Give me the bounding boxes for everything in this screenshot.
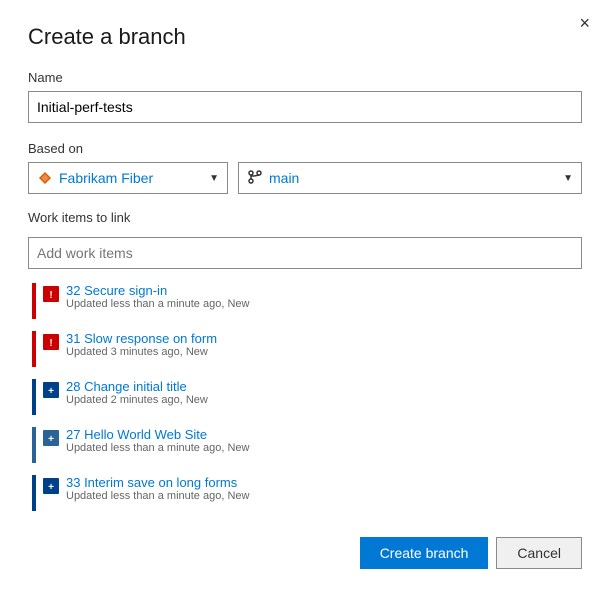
branch-fork-icon [247, 169, 263, 188]
wi-title[interactable]: 28 Change initial title [66, 379, 208, 394]
name-field-section: Name [28, 70, 582, 123]
branch-dropdown[interactable]: main ▼ [238, 162, 582, 194]
work-items-label: Work items to link [28, 210, 582, 225]
work-item: + 28 Change initial title Updated 2 minu… [28, 373, 582, 421]
wi-icon: ! [42, 285, 60, 303]
wi-details: 33 Interim save on long forms Updated le… [66, 475, 249, 502]
based-on-section: Based on Fabrikam Fiber ▼ [28, 141, 582, 194]
wi-title[interactable]: 31 Slow response on form [66, 331, 217, 346]
wi-meta: Updated 3 minutes ago, New [66, 346, 217, 358]
wi-icon: + [42, 429, 60, 447]
repo-chevron-icon: ▼ [209, 173, 219, 184]
work-item-list: ! 32 Secure sign-in Updated less than a … [28, 277, 582, 517]
based-on-label: Based on [28, 141, 582, 156]
wi-title[interactable]: 33 Interim save on long forms [66, 475, 249, 490]
wi-details: 27 Hello World Web Site Updated less tha… [66, 427, 249, 454]
work-items-section: Work items to link ! 32 Secure sign-in U… [28, 210, 582, 517]
wi-icon: + [42, 477, 60, 495]
wi-meta: Updated 2 minutes ago, New [66, 394, 208, 406]
dropdowns-row: Fabrikam Fiber ▼ main ▼ [28, 162, 582, 194]
wi-color-bar [32, 331, 36, 367]
svg-text:+: + [48, 434, 54, 445]
create-branch-dialog: × Create a branch Name Based on Fabrikam… [0, 0, 610, 597]
add-work-items-input[interactable] [28, 237, 582, 269]
dialog-footer: Create branch Cancel [28, 517, 582, 569]
svg-text:!: ! [49, 290, 52, 301]
name-input[interactable] [28, 91, 582, 123]
repo-name: Fabrikam Fiber [59, 170, 203, 186]
wi-meta: Updated less than a minute ago, New [66, 442, 249, 454]
work-item: ! 31 Slow response on form Updated 3 min… [28, 325, 582, 373]
wi-meta: Updated less than a minute ago, New [66, 490, 249, 502]
wi-color-bar [32, 283, 36, 319]
wi-icon: + [42, 381, 60, 399]
wi-color-bar [32, 379, 36, 415]
close-button[interactable]: × [573, 10, 596, 36]
work-item: + 27 Hello World Web Site Updated less t… [28, 421, 582, 469]
name-label: Name [28, 70, 582, 85]
wi-details: 31 Slow response on form Updated 3 minut… [66, 331, 217, 358]
branch-chevron-icon: ▼ [563, 173, 573, 184]
wi-details: 32 Secure sign-in Updated less than a mi… [66, 283, 249, 310]
wi-details: 28 Change initial title Updated 2 minute… [66, 379, 208, 406]
wi-title[interactable]: 32 Secure sign-in [66, 283, 249, 298]
work-item: ! 32 Secure sign-in Updated less than a … [28, 277, 582, 325]
wi-color-bar [32, 475, 36, 511]
create-branch-button[interactable]: Create branch [360, 537, 489, 569]
work-item: + 33 Interim save on long forms Updated … [28, 469, 582, 517]
dialog-title: Create a branch [28, 24, 582, 50]
repo-diamond-icon [37, 170, 53, 186]
wi-meta: Updated less than a minute ago, New [66, 298, 249, 310]
wi-color-bar [32, 427, 36, 463]
branch-name: main [269, 170, 557, 186]
wi-title[interactable]: 27 Hello World Web Site [66, 427, 249, 442]
svg-text:+: + [48, 482, 54, 493]
wi-icon: ! [42, 333, 60, 351]
svg-text:!: ! [49, 338, 52, 349]
cancel-button[interactable]: Cancel [496, 537, 582, 569]
repo-dropdown[interactable]: Fabrikam Fiber ▼ [28, 162, 228, 194]
svg-text:+: + [48, 386, 54, 397]
